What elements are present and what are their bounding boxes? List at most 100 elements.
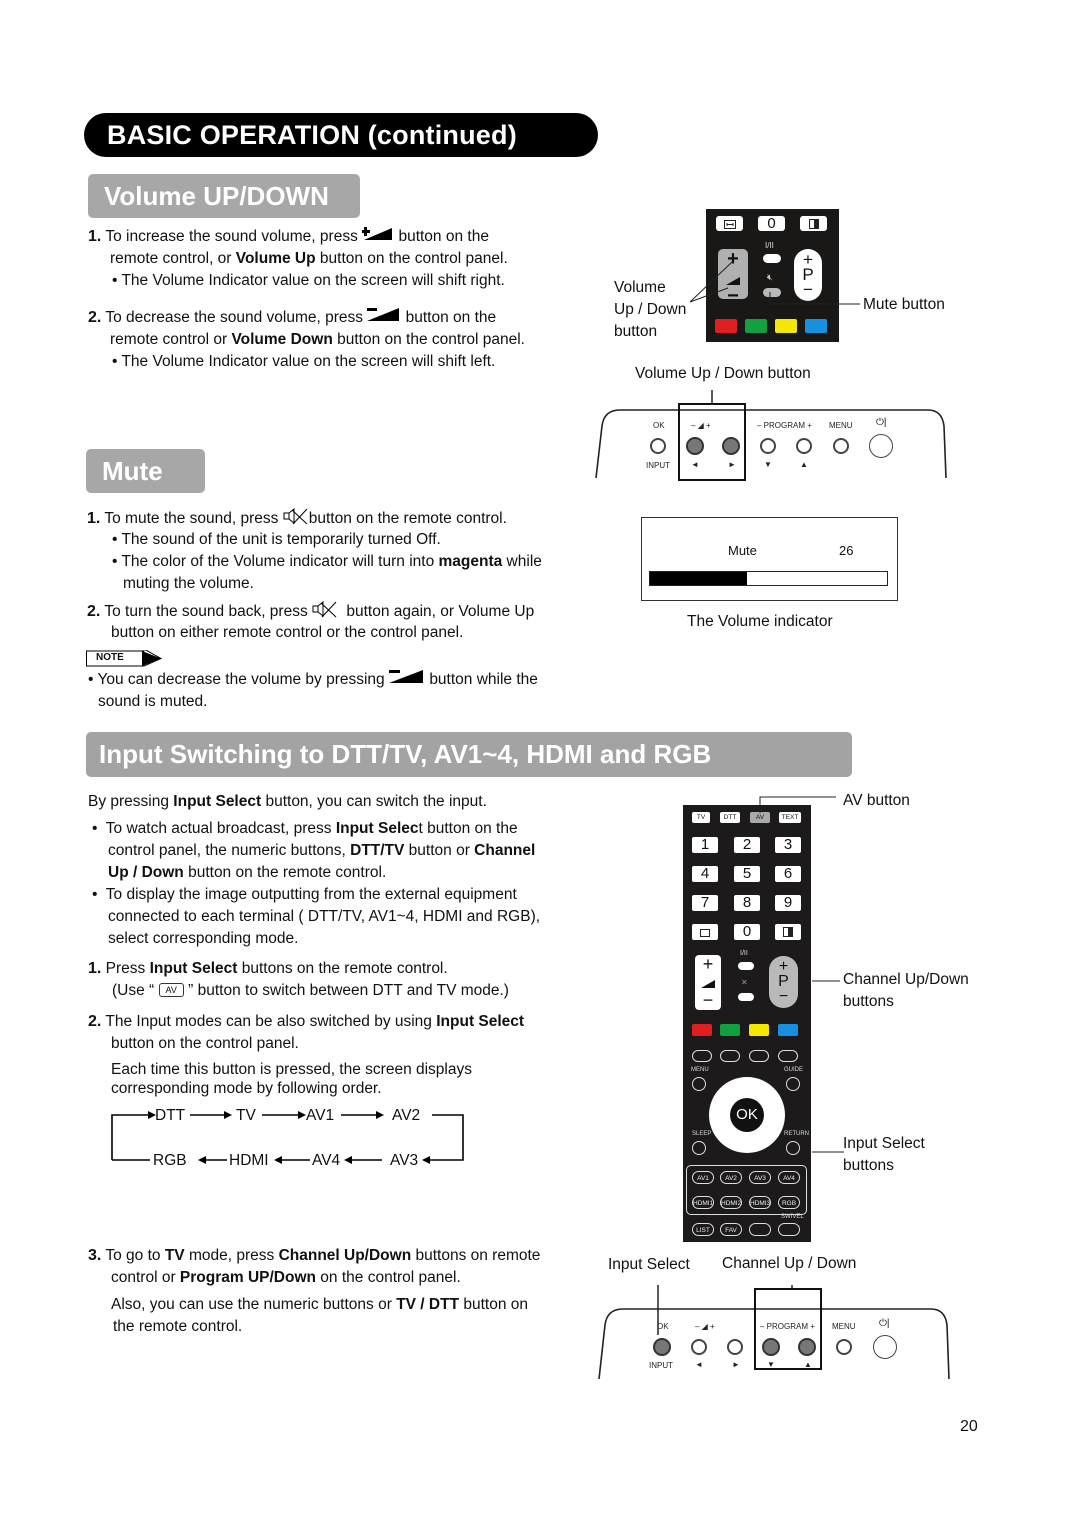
digit-4-button[interactable]: 4 — [692, 866, 718, 882]
av2-input-button[interactable]: AV2 — [720, 1171, 742, 1184]
hdmi1-input-button[interactable]: HDMI1 — [692, 1196, 714, 1209]
av-key-icon: AV — [158, 983, 184, 997]
control-panel-volume: OK INPUT – ◢ + ◄ ► – PROGRAM + ▼ ▲ MENU … — [594, 386, 948, 481]
input-label: INPUT — [646, 461, 670, 470]
program-down-button[interactable] — [762, 1338, 780, 1356]
list-button[interactable]: LIST — [692, 1223, 714, 1236]
dual-label: I/II — [740, 950, 748, 957]
note-line2: sound is muted. — [98, 693, 208, 710]
sleep-button[interactable] — [692, 1141, 706, 1155]
volume-down-button[interactable] — [686, 437, 704, 455]
menu-button[interactable] — [692, 1077, 706, 1091]
cycle-av4: AV4 — [312, 1152, 341, 1169]
power-label: ⏻| — [879, 1318, 890, 1329]
digit-0-button[interactable]: 0 — [758, 216, 785, 231]
cycle-tv: TV — [236, 1107, 256, 1124]
program-up-button[interactable] — [798, 1338, 816, 1356]
program-label: – PROGRAM + — [757, 421, 812, 430]
callout-lines-remote — [759, 796, 844, 1153]
dtt-button[interactable]: DTT — [720, 812, 740, 823]
input-step2-line4: corresponding mode by following order. — [111, 1080, 382, 1097]
input-bullet2-line1: • To display the image outputting from t… — [92, 886, 517, 903]
volume-down-icon — [389, 669, 425, 691]
av1-input-button[interactable]: AV1 — [692, 1171, 714, 1184]
program-up-button[interactable] — [796, 438, 812, 454]
mute-step1-line1: 1. To mute the sound, press button on th… — [87, 507, 507, 531]
power-button[interactable] — [869, 434, 893, 458]
indicator-label: Mute — [728, 543, 757, 558]
teletext-button[interactable] — [692, 1050, 712, 1062]
display-button[interactable] — [800, 216, 827, 231]
input-ok-button[interactable] — [650, 438, 666, 454]
yellow-button[interactable] — [775, 319, 797, 333]
input-step2-line2: button on the control panel. — [111, 1035, 299, 1052]
green-button[interactable] — [745, 319, 767, 333]
input-label: INPUT — [649, 1361, 673, 1370]
dual-label: I/II — [765, 241, 774, 250]
indicator-value: 26 — [839, 543, 854, 558]
volume-step1-line1: 1. To increase the sound volume, press b… — [88, 226, 489, 248]
hdmi3-input-button[interactable]: HDMI3 — [749, 1196, 771, 1209]
aspect-button[interactable] — [749, 1223, 771, 1236]
input-ok-button[interactable] — [653, 1338, 671, 1356]
mute-step1-bullet2-cont: muting the volume. — [123, 575, 254, 592]
down-arrow-label: ▼ — [767, 1360, 775, 1369]
input-bullet2-line2: connected to each terminal ( DTT/TV, AV1… — [108, 908, 541, 925]
mute-small-icon: ✕ — [741, 978, 748, 987]
volume-up-button[interactable] — [722, 437, 740, 455]
swivel-button[interactable] — [778, 1223, 800, 1236]
teletext-hold-button[interactable] — [720, 1050, 740, 1062]
left-arrow-label: ◄ — [695, 1360, 703, 1369]
rgb-input-button[interactable]: RGB — [778, 1196, 800, 1209]
channel-buttons-label: Channel Up/Down buttons — [843, 971, 969, 1010]
dual-button[interactable] — [738, 962, 754, 970]
menu-button[interactable] — [833, 438, 849, 454]
digit-7-button[interactable]: 7 — [692, 895, 718, 911]
tv-button[interactable]: TV — [692, 812, 710, 823]
power-button[interactable] — [873, 1335, 897, 1359]
blue-button[interactable] — [805, 319, 827, 333]
volume-step1-line2: remote control, or Volume Up button on t… — [110, 250, 508, 267]
red-button[interactable] — [692, 1024, 712, 1036]
input-bullet1-line3: Up / Down button on the remote control. — [108, 864, 387, 881]
right-arrow-label: ► — [728, 460, 736, 469]
volume-up-icon — [362, 226, 394, 248]
digit-1-button[interactable]: 1 — [692, 837, 718, 853]
program-down-button[interactable] — [760, 438, 776, 454]
index-button[interactable] — [692, 924, 718, 940]
volume-down-button[interactable] — [691, 1339, 707, 1355]
page-number: 20 — [960, 1418, 978, 1435]
menu-label: MENU — [691, 1067, 709, 1073]
cycle-av1: AV1 — [306, 1107, 335, 1124]
input-intro: By pressing Input Select button, you can… — [88, 793, 487, 810]
page-header: BASIC OPERATION (continued) — [84, 113, 598, 157]
panel-label-channel: Channel Up / Down — [722, 1255, 857, 1272]
program-label: – PROGRAM + — [760, 1322, 815, 1331]
input-step1-line2: (Use “ AV ” button to switch between DTT… — [112, 982, 509, 999]
menu-button[interactable] — [836, 1339, 852, 1355]
input-step2-line3: Each time this button is pressed, the sc… — [111, 1061, 472, 1078]
up-arrow-label: ▲ — [800, 460, 808, 469]
hdmi2-input-button[interactable]: HDMI2 — [720, 1196, 742, 1209]
fav-button[interactable]: FAV — [720, 1223, 742, 1236]
volume-rocker[interactable]: + − — [695, 955, 721, 1010]
green-button[interactable] — [720, 1024, 740, 1036]
section-title-input: Input Switching to DTT/TV, AV1~4, HDMI a… — [86, 732, 852, 777]
cycle-av2: AV2 — [392, 1107, 421, 1124]
input-step1-line1: 1. Press Input Select buttons on the rem… — [88, 960, 448, 977]
index-button[interactable] — [716, 216, 743, 231]
volume-indicator: Mute 26 — [641, 517, 898, 601]
volume-step1-bullet: • The Volume Indicator value on the scre… — [112, 272, 505, 289]
input-step3-line2: control or Program UP/Down on the contro… — [111, 1269, 461, 1286]
mute-step2-line2: button on either remote control or the c… — [111, 624, 464, 641]
mute-button[interactable] — [738, 993, 754, 1001]
volume-bar — [649, 571, 888, 586]
red-button[interactable] — [715, 319, 737, 333]
power-label: ⏻| — [876, 417, 887, 428]
callout-lines-volume — [689, 261, 860, 305]
cycle-rgb: RGB — [153, 1152, 187, 1169]
menu-label: MENU — [832, 1322, 856, 1331]
sleep-label: SLEEP — [692, 1131, 712, 1137]
swivel-label: SWIVEL — [781, 1214, 804, 1220]
volume-up-button[interactable] — [727, 1339, 743, 1355]
